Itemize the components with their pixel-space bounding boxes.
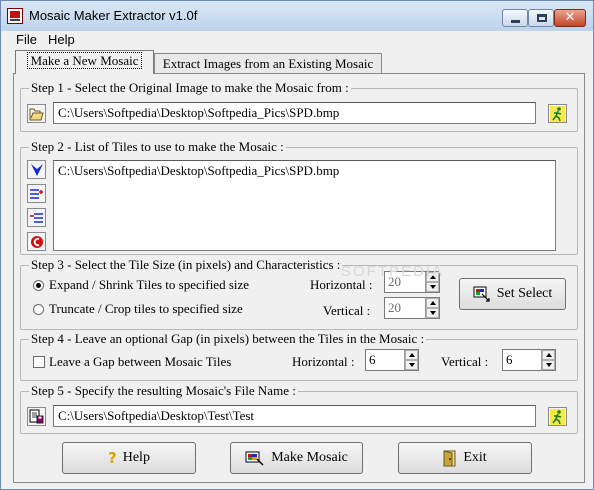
truncate-crop-label: Truncate / Crop tiles to specified size [49,301,243,316]
maximize-icon [537,14,547,22]
truncate-crop-radio[interactable] [33,304,44,315]
step3-title: Step 3 - Select the Tile Size (in pixels… [29,257,343,273]
remove-list-icon [30,212,43,223]
spinner-up-arrow[interactable] [426,298,439,308]
exit-button[interactable]: Exit [398,442,532,474]
add-list-icon [30,188,43,199]
gap-vertical-label: Vertical : [441,354,489,369]
tab-extract-images[interactable]: Extract Images from an Existing Mosaic [154,53,382,75]
app-icon [7,8,23,24]
exit-label: Exit [463,450,487,465]
spinner-arrows [404,350,418,370]
spinner-down-arrow[interactable] [405,360,418,370]
help-label: Help [122,450,150,465]
gap-horizontal-value: 6 [369,352,376,367]
make-mosaic-button[interactable]: Make Mosaic [230,442,363,474]
gap-vertical-value: 6 [506,352,513,367]
menu-file[interactable]: File [16,32,37,47]
step1-group: Step 1 - Select the Original Image to ma… [20,80,578,132]
tab-panel: Step 1 - Select the Original Image to ma… [13,73,585,483]
close-button[interactable]: ✕ [554,9,586,27]
running-man-icon [550,105,565,122]
leave-gap-checkbox[interactable] [33,356,45,368]
output-file-path-field[interactable]: C:\Users\Softpedia\Desktop\Test\Test [53,405,536,427]
leave-gap-label: Leave a Gap between Mosaic Tiles [49,354,232,369]
maximize-button[interactable] [528,9,554,27]
move-down-button[interactable] [27,160,46,179]
spinner-down-arrow[interactable] [426,282,439,292]
expand-shrink-label: Expand / Shrink Tiles to specified size [49,277,250,292]
help-button[interactable]: ? Help [62,442,196,474]
spinner-up-arrow[interactable] [542,350,555,360]
menu-help[interactable]: Help [48,32,75,47]
minimize-button[interactable] [502,9,528,27]
step2-group: Step 2 - List of Tiles to use to make th… [20,139,578,255]
open-image-button[interactable] [27,104,46,123]
title-bar: Mosaic Maker Extractor v1.0f ✕ [1,1,593,31]
spinner-down-arrow[interactable] [426,308,439,318]
spinner-down-arrow[interactable] [542,360,555,370]
tab-make-new-mosaic[interactable]: Make a New Mosaic [15,50,154,74]
spinner-up-arrow[interactable] [405,350,418,360]
step5-group: Step 5 - Specify the resulting Mosaic's … [20,383,578,434]
clear-icon [30,235,43,248]
step1-run-button[interactable] [548,104,567,123]
question-mark-icon: ? [108,449,117,467]
minimize-icon [511,20,520,23]
set-select-icon [473,286,490,302]
menu-bar: File Help [1,31,593,49]
save-file-button[interactable] [27,407,46,426]
running-man-icon [550,408,565,425]
original-image-path-field[interactable]: C:\Users\Softpedia\Desktop\Softpedia_Pic… [53,102,536,124]
window-title: Mosaic Maker Extractor v1.0f [29,8,198,23]
step5-run-button[interactable] [548,407,567,426]
step1-title: Step 1 - Select the Original Image to ma… [29,80,351,96]
open-folder-icon [29,108,44,120]
step2-title: Step 2 - List of Tiles to use to make th… [29,139,286,155]
make-mosaic-label: Make Mosaic [271,450,348,465]
add-tiles-button[interactable] [27,184,46,203]
tab-label: Extract Images from an Existing Mosaic [162,56,374,71]
step4-title: Step 4 - Leave an optional Gap (in pixel… [29,331,427,347]
step5-title: Step 5 - Specify the resulting Mosaic's … [29,383,298,399]
expand-shrink-radio[interactable] [33,280,44,291]
tile-vertical-value: 20 [388,300,401,315]
step4-group: Step 4 - Leave an optional Gap (in pixel… [20,331,578,381]
gap-horizontal-label: Horizontal : [292,354,355,369]
clear-tiles-button[interactable] [27,232,46,251]
tile-vertical-spinner[interactable]: 20 [384,297,440,319]
remove-tiles-button[interactable] [27,208,46,227]
exit-door-icon [443,449,456,466]
set-select-button[interactable]: Set Select [459,278,566,310]
softpedia-watermark: SOFTPEDIA [341,263,445,280]
gap-vertical-spinner[interactable]: 6 [502,349,556,371]
tile-vertical-label: Vertical : [323,303,371,318]
tiles-list[interactable]: C:\Users\Softpedia\Desktop\Softpedia_Pic… [53,160,556,251]
main-window: Mosaic Maker Extractor v1.0f ✕ File Help… [0,0,594,490]
spinner-arrows [425,298,439,318]
make-mosaic-icon [245,451,264,466]
step3-group: Step 3 - Select the Tile Size (in pixels… [20,257,578,330]
save-document-icon [29,409,44,424]
tiles-list-item[interactable]: C:\Users\Softpedia\Desktop\Softpedia_Pic… [58,163,551,179]
close-icon: ✕ [564,10,576,25]
set-select-label: Set Select [496,286,553,301]
tab-label: Make a New Mosaic [26,52,143,69]
spinner-arrows [541,350,555,370]
down-arrow-icon [30,163,43,176]
gap-horizontal-spinner[interactable]: 6 [365,349,419,371]
